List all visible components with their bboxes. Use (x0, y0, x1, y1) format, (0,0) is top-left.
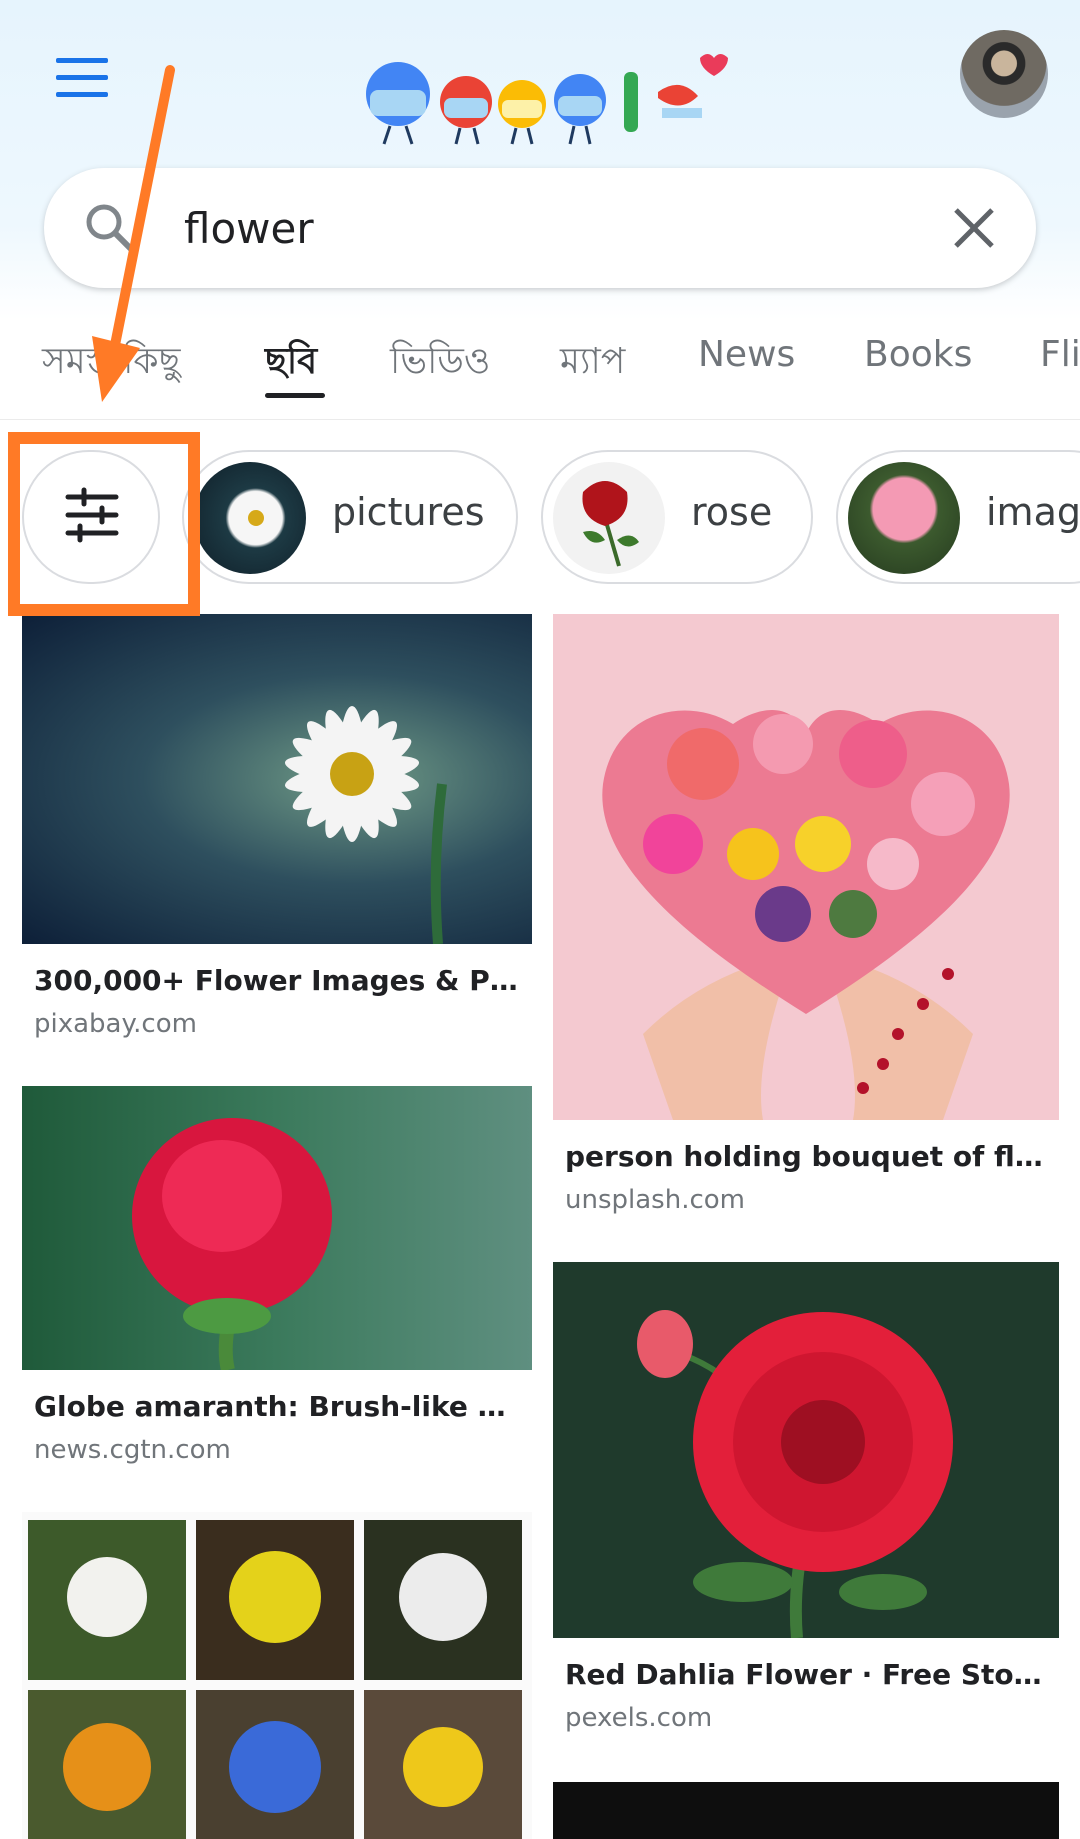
result-card[interactable] (22, 1512, 532, 1839)
annotation-highlight-box (8, 432, 200, 616)
result-card[interactable] (553, 1782, 1059, 1839)
result-title: Globe amaranth: Brush-like flow… (34, 1390, 524, 1423)
tab-all[interactable]: সমস্ত কিছু (42, 334, 180, 394)
result-source: news.cgtn.com (34, 1435, 231, 1465)
search-bar[interactable] (44, 168, 1036, 288)
chip-thumbnail (553, 462, 665, 574)
close-icon[interactable] (946, 200, 1002, 256)
search-tabs: সমস্ত কিছু ছবি ভিডিও ম্যাপ News Books Fl… (0, 320, 1080, 420)
result-title: 300,000+ Flower Images & Pictur… (34, 964, 524, 997)
tab-maps[interactable]: ম্যাপ (560, 334, 625, 394)
result-card[interactable]: Red Dahlia Flower · Free Stock P… pexels… (553, 1262, 1059, 1733)
chip-pictures[interactable]: pictures (182, 450, 518, 584)
chip-label: pictures (332, 490, 485, 534)
google-doodle-logo[interactable] (340, 52, 740, 156)
result-card[interactable]: person holding bouquet of flowe… unsplas… (553, 614, 1059, 1215)
result-image (22, 1086, 532, 1370)
tab-news[interactable]: News (698, 334, 795, 375)
result-image (553, 614, 1059, 1120)
result-source: pixabay.com (34, 1009, 197, 1039)
chip-label: image (986, 490, 1080, 534)
result-title: person holding bouquet of flowe… (565, 1140, 1055, 1173)
chip-label: rose (691, 490, 773, 534)
user-avatar[interactable] (960, 30, 1048, 118)
active-tab-indicator (265, 393, 325, 398)
result-card[interactable]: 300,000+ Flower Images & Pictur… pixabay… (22, 614, 532, 1039)
result-card[interactable]: Globe amaranth: Brush-like flow… news.cg… (22, 1086, 532, 1465)
tab-flights[interactable]: Fli (1040, 334, 1080, 375)
tab-books[interactable]: Books (864, 334, 972, 375)
chip-thumbnail (848, 462, 960, 574)
result-source: pexels.com (565, 1703, 713, 1733)
result-image (553, 1782, 1059, 1839)
result-title: Red Dahlia Flower · Free Stock P… (565, 1658, 1055, 1691)
search-icon (86, 204, 135, 253)
chip-rose[interactable]: rose (541, 450, 813, 584)
chip-image[interactable]: image (836, 450, 1080, 584)
tab-images[interactable]: ছবি (265, 334, 317, 394)
menu-icon[interactable] (56, 58, 108, 98)
result-source: unsplash.com (565, 1185, 745, 1215)
result-image (22, 614, 532, 944)
result-image (553, 1262, 1059, 1638)
search-input[interactable] (184, 190, 884, 266)
chip-thumbnail (194, 462, 306, 574)
result-image (22, 1512, 532, 1839)
tab-videos[interactable]: ভিডিও (390, 334, 490, 394)
